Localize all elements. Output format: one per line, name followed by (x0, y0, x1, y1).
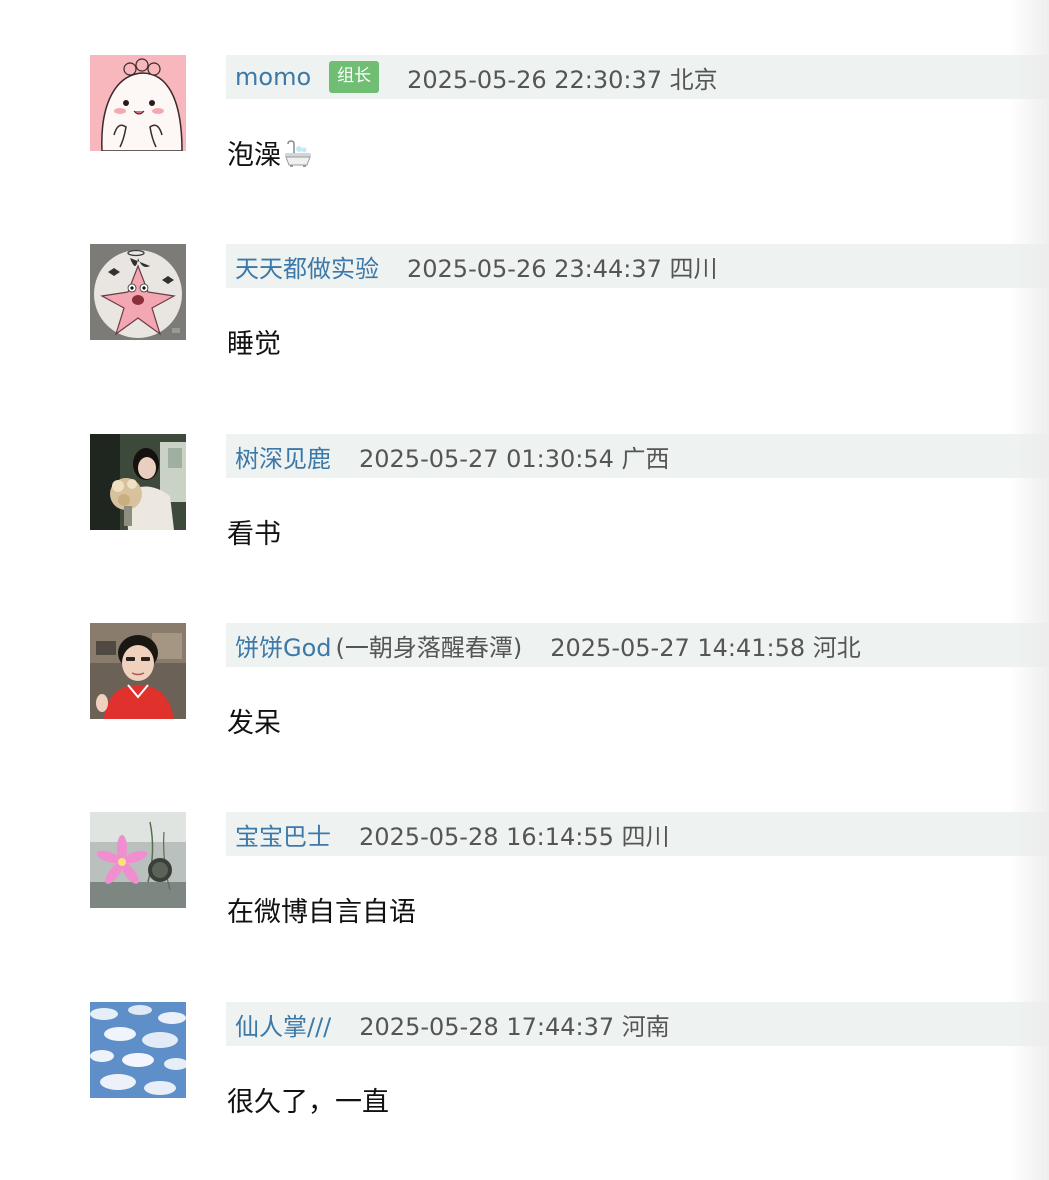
comment-text: 在微博自言自语 (227, 897, 416, 928)
avatar[interactable] (90, 812, 186, 908)
role-badge: 组长 (329, 61, 380, 93)
comment-meta: 仙人掌/// 2025-05-28 17:44:37 河南 (226, 1002, 1049, 1046)
comment-item: momo 组长 2025-05-26 22:30:37 北京 泡澡 (0, 55, 1049, 205)
comment-time: 2025-05-26 23:44:37 四川 (407, 254, 718, 283)
comment-time: 2025-05-28 16:14:55 四川 (359, 822, 670, 851)
cartoon-dinosaur-avatar-icon (90, 55, 186, 151)
photo-woman-flowers-avatar-icon (90, 434, 186, 530)
comment-item: 树深见鹿 2025-05-27 01:30:54 广西 看书 (0, 434, 1049, 584)
comment-text: 发呆 (227, 708, 281, 739)
comment-meta: 饼饼God (一朝身落醒春潭) 2025-05-27 14:41:58 河北 (226, 623, 1049, 667)
comment-body: 发呆 (227, 701, 281, 740)
comment-body: 睡觉 (227, 322, 281, 361)
author-alias: (一朝身落醒春潭) (335, 633, 523, 662)
author-link[interactable]: momo (235, 63, 311, 91)
comment-item: 仙人掌/// 2025-05-28 17:44:37 河南 很久了，一直 (0, 1002, 1049, 1152)
comment-list: momo 组长 2025-05-26 22:30:37 北京 泡澡 天天都做实验… (0, 0, 1049, 1180)
comment-meta: 天天都做实验 2025-05-26 23:44:37 四川 (226, 244, 1049, 288)
comment-meta: 宝宝巴士 2025-05-28 16:14:55 四川 (226, 812, 1049, 856)
comment-meta: 树深见鹿 2025-05-27 01:30:54 广西 (226, 434, 1049, 478)
author-link[interactable]: 宝宝巴士 (235, 817, 331, 852)
photo-man-red-shirt-avatar-icon (90, 623, 186, 719)
comment-text: 很久了，一直 (227, 1087, 389, 1118)
photo-pink-flower-avatar-icon (90, 812, 186, 908)
comment-time: 2025-05-26 22:30:37 北京 (407, 65, 718, 94)
comment-body: 泡澡 (227, 133, 313, 172)
avatar[interactable] (90, 55, 186, 151)
comment-body: 在微博自言自语 (227, 890, 416, 929)
comment-text: 泡澡 (227, 140, 281, 171)
comment-time: 2025-05-27 01:30:54 广西 (359, 444, 670, 473)
comment-time: 2025-05-28 17:44:37 河南 (359, 1012, 670, 1041)
comment-item: 宝宝巴士 2025-05-28 16:14:55 四川 在微博自言自语 (0, 812, 1049, 962)
comment-body: 很久了，一直 (227, 1080, 389, 1119)
comment-item: 饼饼God (一朝身落醒春潭) 2025-05-27 14:41:58 河北 发… (0, 623, 1049, 773)
comment-body: 看书 (227, 512, 281, 551)
avatar[interactable] (90, 623, 186, 719)
avatar[interactable] (90, 434, 186, 530)
comment-item: 天天都做实验 2025-05-26 23:44:37 四川 睡觉 (0, 244, 1049, 394)
cartoon-starfish-avatar-icon (90, 244, 186, 340)
avatar[interactable] (90, 1002, 186, 1098)
photo-cloudy-sky-avatar-icon (90, 1002, 186, 1098)
author-link[interactable]: 饼饼God (235, 628, 332, 663)
author-link[interactable]: 天天都做实验 (235, 249, 379, 284)
comment-text: 看书 (227, 519, 281, 550)
comment-text: 睡觉 (227, 329, 281, 360)
bathtub-icon (285, 140, 311, 167)
comment-meta: momo 组长 2025-05-26 22:30:37 北京 (226, 55, 1049, 99)
comment-time: 2025-05-27 14:41:58 河北 (550, 633, 861, 662)
avatar[interactable] (90, 244, 186, 340)
author-link[interactable]: 仙人掌/// (235, 1007, 331, 1042)
author-link[interactable]: 树深见鹿 (235, 439, 331, 474)
